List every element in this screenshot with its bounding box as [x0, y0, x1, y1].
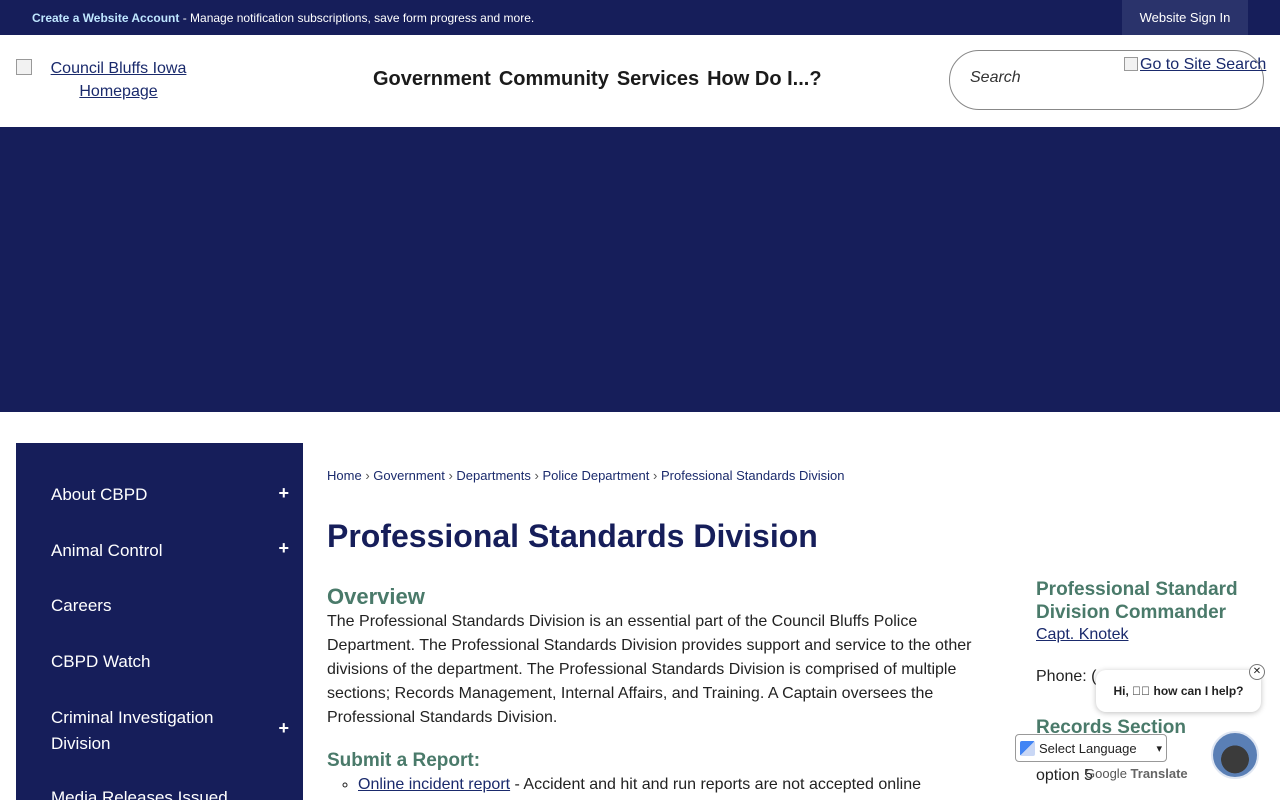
nav-government[interactable]: Government [373, 68, 491, 91]
search-submit-button[interactable]: Go to Site Search [1124, 56, 1266, 74]
sidenav-item-animal-control[interactable]: Animal Control [51, 538, 291, 564]
google-translate-icon [1020, 740, 1035, 756]
sidenav-item-cbpd-watch[interactable]: CBPD Watch [51, 649, 291, 675]
commander-heading: Professional Standard Division Commander [1036, 579, 1238, 623]
logo-alt-text: Council Bluffs Iowa Homepage [50, 60, 187, 100]
search-input[interactable] [970, 69, 1120, 87]
translate-label: Translate [1130, 766, 1188, 781]
broken-image-icon [16, 59, 32, 75]
breadcrumb-separator: › [448, 468, 453, 483]
chat-greeting-bubble[interactable]: Hi,    how can I help? ✕ [1096, 664, 1265, 712]
breadcrumb: Home › Government › Departments › Police… [327, 468, 845, 483]
powered-by-google-translate[interactable]: Google Translate [1085, 766, 1188, 781]
overview-paragraph: The Professional Standards Division is a… [327, 613, 972, 726]
breadcrumb-separator: › [365, 468, 370, 483]
online-incident-report-link[interactable]: Online incident report [358, 776, 510, 793]
breadcrumb-separator: › [534, 468, 539, 483]
expand-animal-control-toggle[interactable]: + [278, 538, 289, 559]
overview-heading: Overview [327, 584, 425, 609]
breadcrumb-home[interactable]: Home [327, 468, 362, 483]
hero-banner [0, 127, 1280, 412]
commander-name-link[interactable]: Capt. Knotek [1036, 626, 1266, 644]
breadcrumb-police-department[interactable]: Police Department [542, 468, 649, 483]
nav-services[interactable]: Services [617, 68, 699, 91]
report-list: Online incident report - Accident and hi… [327, 774, 987, 796]
report-note: - Accident and hit and run reports are n… [510, 776, 922, 793]
sidenav-item-about-cbpd[interactable]: About CBPD [51, 482, 291, 508]
close-icon[interactable]: ✕ [1249, 664, 1265, 680]
breadcrumb-current: Professional Standards Division [660, 468, 845, 483]
main-navigation: Government Community Services How Do I..… [373, 68, 822, 91]
broken-image-icon [1124, 57, 1138, 71]
expand-criminal-investigation-toggle[interactable]: + [278, 718, 289, 739]
nav-community[interactable]: Community [499, 68, 609, 91]
list-item: Online incident report - Accident and hi… [358, 774, 987, 796]
site-search: Go to Site Search [949, 50, 1266, 110]
site-header: Council Bluffs Iowa Homepage Government … [0, 35, 1280, 127]
language-select-label: Select Language [1039, 740, 1137, 756]
language-select[interactable]: Select Language ▾ [1015, 734, 1167, 762]
site-logo-link[interactable]: Council Bluffs Iowa Homepage [16, 57, 221, 103]
submit-report-heading: Submit a Report: [327, 750, 481, 771]
chat-greeting-text: Hi,    how can I help? [1113, 684, 1244, 698]
sidenav-item-media-releases[interactable]: Media Releases Issued [51, 785, 291, 800]
utility-bar: Create a Website Account - Manage notifi… [0, 0, 1280, 35]
website-sign-in-button[interactable]: Website Sign In [1122, 0, 1248, 35]
breadcrumb-government[interactable]: Government [373, 468, 445, 483]
chatbot-avatar-button[interactable] [1211, 731, 1259, 779]
page-title: Professional Standards Division [327, 518, 818, 554]
search-go-label: Go to Site Search [1140, 56, 1267, 73]
expand-about-cbpd-toggle[interactable]: + [278, 483, 289, 504]
create-account-link[interactable]: Create a Website Account [32, 11, 179, 25]
breadcrumb-departments[interactable]: Departments [456, 468, 530, 483]
account-promo: Create a Website Account - Manage notifi… [32, 11, 534, 25]
sidenav-item-careers[interactable]: Careers [51, 593, 291, 619]
breadcrumb-separator: › [653, 468, 658, 483]
main-content: Overview The Professional Standards Divi… [327, 584, 987, 796]
google-wordmark: Google [1085, 766, 1127, 781]
account-description: - Manage notification subscriptions, sav… [179, 11, 535, 25]
chevron-down-icon: ▾ [1156, 742, 1162, 755]
side-navigation: About CBPD + Animal Control + Careers CB… [16, 443, 303, 800]
nav-how-do-i[interactable]: How Do I...? [707, 68, 821, 91]
sidenav-item-criminal-investigation[interactable]: Criminal Investigation Division [51, 705, 241, 757]
